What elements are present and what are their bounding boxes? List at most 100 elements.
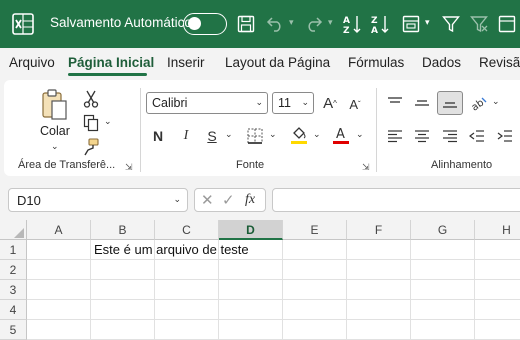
column-header-e[interactable]: E	[283, 220, 347, 240]
cell-g1[interactable]	[411, 240, 475, 260]
tab-formulas[interactable]: Fórmulas	[348, 55, 404, 70]
more-commands-icon[interactable]	[496, 13, 518, 35]
cell-h5[interactable]	[475, 320, 520, 340]
fill-color-dropdown-icon[interactable]: ⌄	[313, 129, 321, 140]
cell-a1[interactable]	[27, 240, 91, 260]
cell-e3[interactable]	[283, 280, 347, 300]
undo-dropdown-icon[interactable]: ▾	[289, 17, 294, 28]
cell-c5[interactable]	[155, 320, 219, 340]
align-bottom-icon[interactable]	[437, 91, 463, 115]
column-header-a[interactable]: A	[27, 220, 91, 240]
cell-b1[interactable]: Este é um arquivo de teste	[91, 240, 249, 260]
row-header-5[interactable]: 5	[0, 320, 27, 340]
cell-b2[interactable]	[91, 260, 155, 280]
font-color-dropdown-icon[interactable]: ⌄	[356, 129, 364, 140]
cell-f3[interactable]	[347, 280, 411, 300]
underline-button[interactable]: S	[202, 125, 222, 147]
cell-d2[interactable]	[219, 260, 283, 280]
align-left-icon[interactable]	[384, 125, 406, 147]
align-top-icon[interactable]	[384, 92, 406, 114]
cell-b5[interactable]	[91, 320, 155, 340]
cell-g2[interactable]	[411, 260, 475, 280]
increase-font-size-icon[interactable]: A ^	[320, 92, 340, 114]
insert-function-button[interactable]: fx	[245, 192, 255, 208]
save-icon[interactable]	[236, 13, 256, 35]
cell-c2[interactable]	[155, 260, 219, 280]
tab-dados[interactable]: Dados	[422, 55, 461, 70]
row-header-2[interactable]: 2	[0, 260, 27, 280]
increase-indent-icon[interactable]	[494, 125, 516, 147]
font-name-select[interactable]: Calibri ⌄	[146, 92, 268, 114]
cell-f1[interactable]	[347, 240, 411, 260]
form-dropdown-icon[interactable]: ▾	[425, 17, 430, 28]
select-all-corner[interactable]	[0, 220, 27, 240]
cell-b3[interactable]	[91, 280, 155, 300]
font-launcher-icon[interactable]: ⇲	[362, 162, 370, 173]
cell-e5[interactable]	[283, 320, 347, 340]
cell-g4[interactable]	[411, 300, 475, 320]
bold-button[interactable]: N	[148, 125, 168, 147]
form-icon[interactable]	[400, 13, 422, 35]
redo-icon[interactable]	[303, 13, 325, 35]
align-middle-icon[interactable]	[411, 92, 433, 114]
cell-a2[interactable]	[27, 260, 91, 280]
column-header-f[interactable]: F	[347, 220, 411, 240]
cell-d4[interactable]	[219, 300, 283, 320]
tab-arquivo[interactable]: Arquivo	[9, 55, 55, 70]
paste-button[interactable]	[36, 88, 74, 122]
align-right-icon[interactable]	[439, 125, 461, 147]
filter-icon[interactable]	[440, 13, 462, 35]
sort-descending-icon[interactable]: ZA	[369, 12, 393, 36]
column-header-c[interactable]: C	[155, 220, 219, 240]
decrease-indent-icon[interactable]	[466, 125, 488, 147]
cell-f2[interactable]	[347, 260, 411, 280]
italic-button[interactable]: I	[176, 125, 196, 147]
underline-dropdown-icon[interactable]: ⌄	[225, 129, 233, 140]
cell-a3[interactable]	[27, 280, 91, 300]
cell-g3[interactable]	[411, 280, 475, 300]
cell-g5[interactable]	[411, 320, 475, 340]
column-header-h[interactable]: H	[475, 220, 520, 240]
tab-layout-da-pagina[interactable]: Layout da Página	[225, 55, 330, 70]
orientation-dropdown-icon[interactable]: ⌄	[492, 96, 500, 107]
cell-f5[interactable]	[347, 320, 411, 340]
row-header-3[interactable]: 3	[0, 280, 27, 300]
enter-icon[interactable]: ✓	[222, 191, 235, 209]
cell-d5[interactable]	[219, 320, 283, 340]
cell-h4[interactable]	[475, 300, 520, 320]
name-box-dropdown-icon[interactable]: ⌄	[173, 194, 181, 205]
borders-icon[interactable]	[244, 125, 266, 147]
decrease-font-size-icon[interactable]: Aˇ	[345, 93, 365, 115]
orientation-icon[interactable]: ab	[468, 92, 490, 114]
cell-h2[interactable]	[475, 260, 520, 280]
borders-dropdown-icon[interactable]: ⌄	[269, 129, 277, 140]
cell-h3[interactable]	[475, 280, 520, 300]
column-header-g[interactable]: G	[411, 220, 475, 240]
cell-e4[interactable]	[283, 300, 347, 320]
cancel-icon[interactable]: ✕	[201, 191, 214, 209]
align-center-icon[interactable]	[411, 125, 433, 147]
row-header-4[interactable]: 4	[0, 300, 27, 320]
cell-e2[interactable]	[283, 260, 347, 280]
fill-color-icon[interactable]	[288, 123, 310, 147]
tab-revisao[interactable]: Revisão	[479, 55, 520, 70]
font-size-select[interactable]: 11 ⌄	[272, 92, 314, 114]
cell-a4[interactable]	[27, 300, 91, 320]
autosave-toggle[interactable]	[183, 13, 227, 35]
cell-a5[interactable]	[27, 320, 91, 340]
cell-e1[interactable]	[283, 240, 347, 260]
format-painter-icon[interactable]	[80, 136, 102, 158]
sort-ascending-icon[interactable]: AZ	[341, 12, 365, 36]
column-header-d[interactable]: D	[219, 220, 283, 240]
cell-b4[interactable]	[91, 300, 155, 320]
font-color-icon[interactable]: A	[330, 123, 352, 147]
copy-dropdown-icon[interactable]: ⌄	[104, 116, 112, 127]
redo-dropdown-icon[interactable]: ▾	[328, 17, 333, 28]
column-header-b[interactable]: B	[91, 220, 155, 240]
clear-filter-icon[interactable]	[468, 13, 490, 35]
undo-icon[interactable]	[264, 13, 286, 35]
tab-inserir[interactable]: Inserir	[167, 55, 205, 70]
tab-pagina-inicial[interactable]: Página Inicial	[68, 55, 154, 70]
copy-icon[interactable]	[80, 112, 102, 134]
cell-d3[interactable]	[219, 280, 283, 300]
